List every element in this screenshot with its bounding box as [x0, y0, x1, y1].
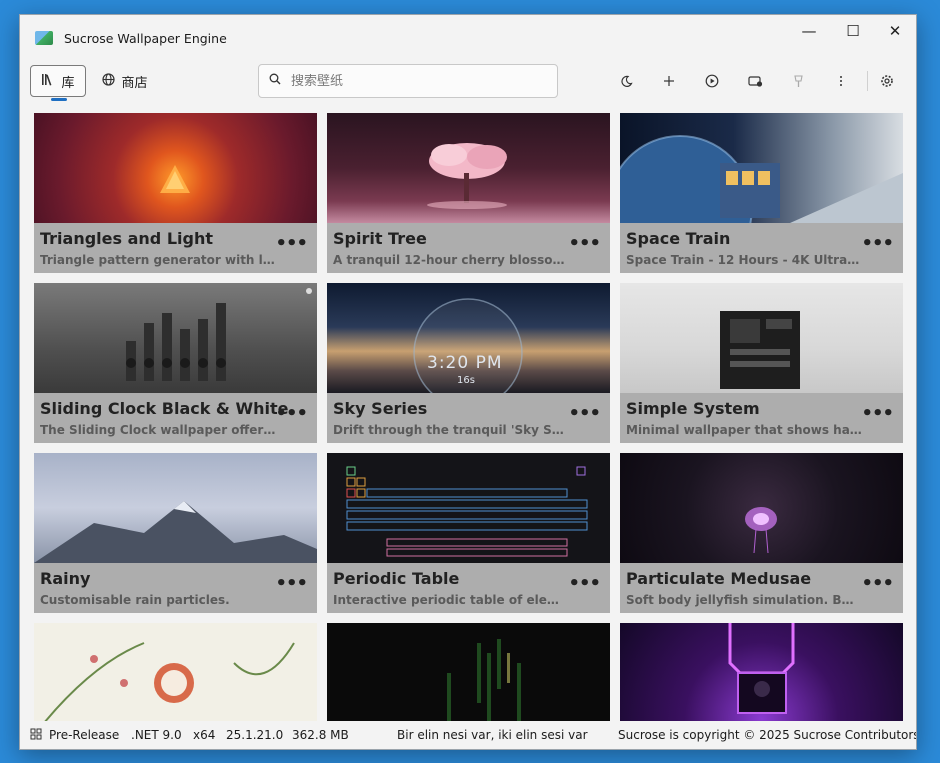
- wallpaper-thumbnail: [620, 623, 903, 721]
- search-input[interactable]: [291, 73, 531, 89]
- sky-clock-subtext: 16s: [457, 375, 475, 386]
- wallpaper-description: A tranquil 12-hour cherry blossom l...: [333, 253, 569, 267]
- app-title: Sucrose Wallpaper Engine: [64, 31, 227, 46]
- card-info: Sliding Clock Black & White The Sliding …: [34, 393, 317, 443]
- play-icon[interactable]: [700, 70, 724, 92]
- wallpaper-thumbnail: [34, 623, 317, 721]
- theme-moon-icon[interactable]: [614, 70, 638, 92]
- architecture: x64: [193, 728, 216, 742]
- more-options-button[interactable]: •••: [275, 573, 308, 594]
- wallpaper-title: Periodic Table: [333, 569, 460, 588]
- store-icon: [102, 72, 116, 90]
- runtime-version: .NET 9.0: [131, 728, 182, 742]
- wallpaper-card[interactable]: 3:20 PM 16s Sky Series Drift through the…: [327, 283, 610, 443]
- search-box[interactable]: [258, 64, 558, 98]
- sky-clock-text: 3:20 PM: [427, 353, 503, 373]
- wallpaper-description: Minimal wallpaper that shows hard...: [626, 423, 862, 437]
- minimize-button[interactable]: —: [787, 15, 831, 47]
- wallpaper-title: Rainy: [40, 569, 91, 588]
- wallpaper-title: Simple System: [626, 399, 760, 418]
- memory-usage: 362.8 MB: [292, 728, 349, 742]
- wallpaper-title: Triangles and Light: [40, 229, 213, 248]
- wallpaper-card[interactable]: Particulate Medusae Soft body jellyfish …: [620, 453, 903, 613]
- wallpaper-thumbnail: 3:20 PM 16s: [327, 283, 610, 393]
- tab-store[interactable]: 商店: [95, 65, 155, 97]
- wallpaper-card[interactable]: Rainy Customisable rain particles. •••: [34, 453, 317, 613]
- card-info: Rainy Customisable rain particles. •••: [34, 563, 317, 613]
- active-tab-indicator: [51, 98, 67, 101]
- tab-library-label: 库: [61, 75, 75, 91]
- wallpaper-title: Sliding Clock Black & White: [40, 399, 289, 418]
- more-options-button[interactable]: •••: [568, 573, 601, 594]
- wallpaper-description: Customisable rain particles.: [40, 593, 230, 607]
- search-icon: [269, 73, 281, 89]
- card-info: Periodic Table Interactive periodic tabl…: [327, 563, 610, 613]
- wallpaper-description: Interactive periodic table of elements.: [333, 593, 569, 607]
- status-bar: Pre-Release .NET 9.0 x64 25.1.21.0 362.8…: [20, 721, 916, 749]
- channel-icon: [30, 728, 42, 743]
- wallpaper-card[interactable]: [34, 623, 317, 721]
- wallpaper-thumbnail: [34, 113, 317, 223]
- card-info: Space Train Space Train - 12 Hours - 4K …: [620, 223, 903, 273]
- wallpaper-title: Spirit Tree: [333, 229, 427, 248]
- card-info: Sky Series Drift through the tranquil 'S…: [327, 393, 610, 443]
- wallpaper-card[interactable]: Spirit Tree A tranquil 12-hour cherry bl…: [327, 113, 610, 273]
- wallpaper-card[interactable]: Sliding Clock Black & White The Sliding …: [34, 283, 317, 443]
- wallpaper-thumbnail: [34, 453, 317, 563]
- title-bar[interactable]: Sucrose Wallpaper Engine — ☐ ✕: [20, 15, 916, 59]
- wallpaper-card[interactable]: [327, 623, 610, 721]
- wallpaper-thumbnail: [620, 453, 903, 563]
- wallpaper-thumbnail: [620, 113, 903, 223]
- nav-bar: 库 商店: [20, 62, 916, 108]
- more-options-button[interactable]: •••: [275, 233, 308, 254]
- wallpaper-thumbnail: [327, 623, 610, 721]
- app-logo-icon: [35, 31, 53, 45]
- wallpaper-card[interactable]: Space Train Space Train - 12 Hours - 4K …: [620, 113, 903, 273]
- display-settings-icon[interactable]: [743, 70, 767, 92]
- card-info: Triangles and Light Triangle pattern gen…: [34, 223, 317, 273]
- wallpaper-description: Space Train - 12 Hours - 4K Ultra H...: [626, 253, 862, 267]
- more-options-button[interactable]: •••: [861, 403, 894, 424]
- wallpaper-thumbnail: [620, 283, 903, 393]
- wallpaper-grid: Triangles and Light Triangle pattern gen…: [34, 113, 904, 721]
- app-version: 25.1.21.0: [226, 728, 284, 742]
- more-options-button[interactable]: •••: [861, 573, 894, 594]
- card-info: Spirit Tree A tranquil 12-hour cherry bl…: [327, 223, 610, 273]
- wallpaper-description: Drift through the tranquil 'Sky Serie...: [333, 423, 569, 437]
- wallpaper-thumbnail: [327, 453, 610, 563]
- wallpaper-card[interactable]: Simple System Minimal wallpaper that sho…: [620, 283, 903, 443]
- release-channel: Pre-Release: [49, 728, 120, 742]
- tab-library[interactable]: 库: [30, 65, 86, 97]
- brush-icon: [786, 70, 810, 92]
- status-quote: Bir elin nesi var, iki elin sesi var: [397, 728, 588, 742]
- wallpaper-title: Particulate Medusae: [626, 569, 812, 588]
- add-icon[interactable]: [657, 70, 681, 92]
- wallpaper-thumbnail: [34, 283, 317, 393]
- wallpaper-card[interactable]: [620, 623, 903, 721]
- wallpaper-description: Soft body jellyfish simulation. Built...: [626, 593, 862, 607]
- wallpaper-card[interactable]: Triangles and Light Triangle pattern gen…: [34, 113, 317, 273]
- app-window: Sucrose Wallpaper Engine — ☐ ✕ 库 商店 搜索壁纸…: [19, 14, 917, 750]
- wallpaper-title: Sky Series: [333, 399, 428, 418]
- card-info: Simple System Minimal wallpaper that sho…: [620, 393, 903, 443]
- library-icon: [41, 73, 55, 90]
- toolbar-divider: [867, 71, 868, 91]
- wallpaper-card[interactable]: Periodic Table Interactive periodic tabl…: [327, 453, 610, 613]
- maximize-button[interactable]: ☐: [831, 15, 875, 47]
- more-options-button[interactable]: •••: [568, 403, 601, 424]
- wallpaper-description: The Sliding Clock wallpaper offers a...: [40, 423, 276, 437]
- more-options-button[interactable]: •••: [568, 233, 601, 254]
- copyright-text: Sucrose is copyright © 2025 Sucrose Cont…: [618, 728, 917, 742]
- card-info: Particulate Medusae Soft body jellyfish …: [620, 563, 903, 613]
- wallpaper-description: Triangle pattern generator with ligh...: [40, 253, 276, 267]
- settings-gear-icon[interactable]: [875, 70, 899, 92]
- wallpaper-thumbnail: [327, 113, 610, 223]
- more-options-button[interactable]: •••: [861, 233, 894, 254]
- close-button[interactable]: ✕: [873, 15, 916, 47]
- more-options-button[interactable]: •••: [275, 403, 308, 424]
- more-vertical-icon[interactable]: [829, 70, 853, 92]
- tab-store-label: 商店: [121, 75, 148, 91]
- wallpaper-title: Space Train: [626, 229, 731, 248]
